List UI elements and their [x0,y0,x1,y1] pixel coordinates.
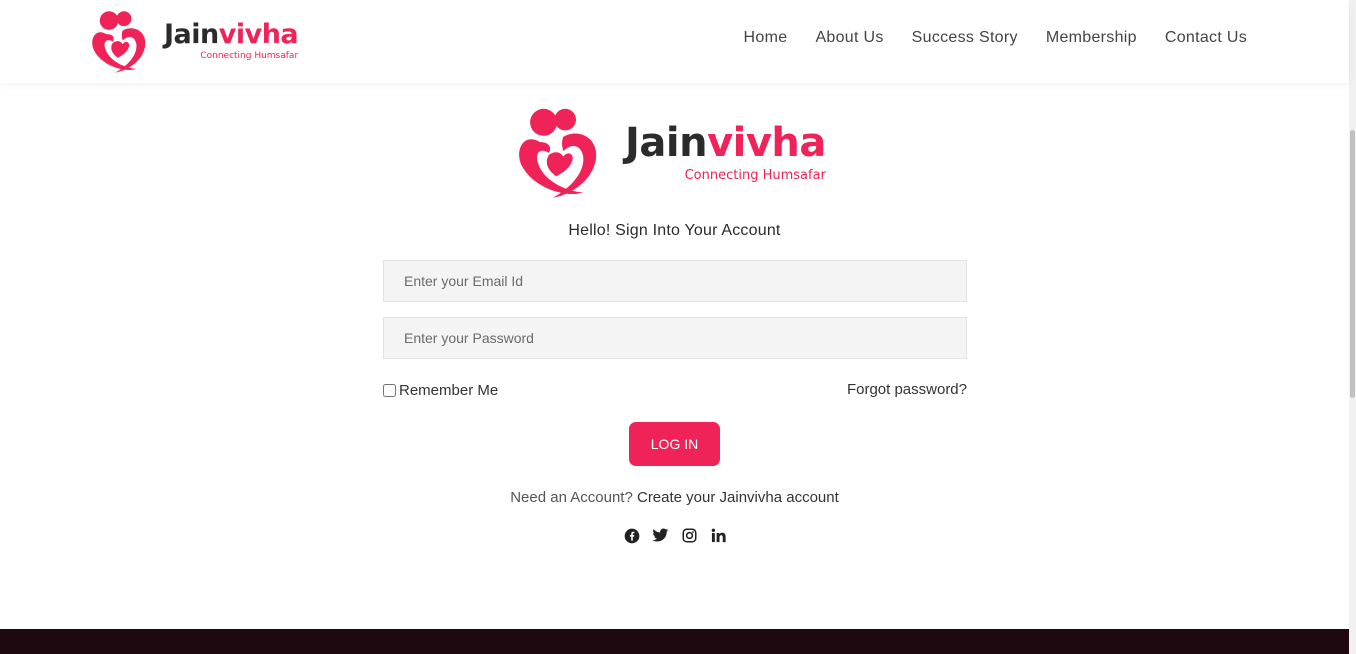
brand-tagline: Connecting Humsafar [200,51,299,61]
login-button[interactable]: LOG IN [629,422,720,466]
scrollbar-thumb[interactable] [1350,130,1355,398]
signin-title: Hello! Sign Into Your Account [568,222,781,239]
forgot-password-link[interactable]: Forgot password? [847,381,967,398]
scrollbar[interactable] [1349,0,1356,654]
facebook-icon[interactable] [623,527,640,544]
remember-me[interactable]: Remember Me [383,382,498,399]
nav-success-story[interactable]: Success Story [912,29,1018,47]
nav-about-us[interactable]: About Us [815,29,883,47]
password-field[interactable] [383,317,967,359]
main-nav: Home About Us Success Story Membership C… [744,29,1247,47]
need-account-text: Need an Account? [510,489,633,506]
brand-name: Jainvivha [164,19,299,50]
social-links [623,527,727,544]
remember-me-label: Remember Me [399,382,499,399]
brand-name: Jainvivha [625,119,826,166]
navbar: Jainvivha Connecting Humsafar Home About… [0,0,1349,83]
login-logo: Jainvivha Connecting Humsafar [513,101,838,203]
nav-contact-us[interactable]: Contact Us [1165,29,1247,47]
email-field[interactable] [383,260,967,302]
brand-tagline: Connecting Humsafar [684,167,826,183]
need-account: Need an Account? Create your Jainvivha a… [0,489,1349,506]
nav-home[interactable]: Home [744,29,788,47]
instagram-icon[interactable] [681,527,698,544]
twitter-icon[interactable] [652,527,669,544]
remember-me-checkbox[interactable] [383,384,396,397]
linkedin-icon[interactable] [710,527,727,544]
nav-membership[interactable]: Membership [1046,29,1137,47]
footer-bar [0,629,1349,654]
create-account-link[interactable]: Create your Jainvivha account [637,489,839,506]
brand-heart-icon [92,11,146,73]
nav-logo[interactable]: Jainvivha Connecting Humsafar [88,8,310,74]
brand-heart-icon [519,108,597,198]
